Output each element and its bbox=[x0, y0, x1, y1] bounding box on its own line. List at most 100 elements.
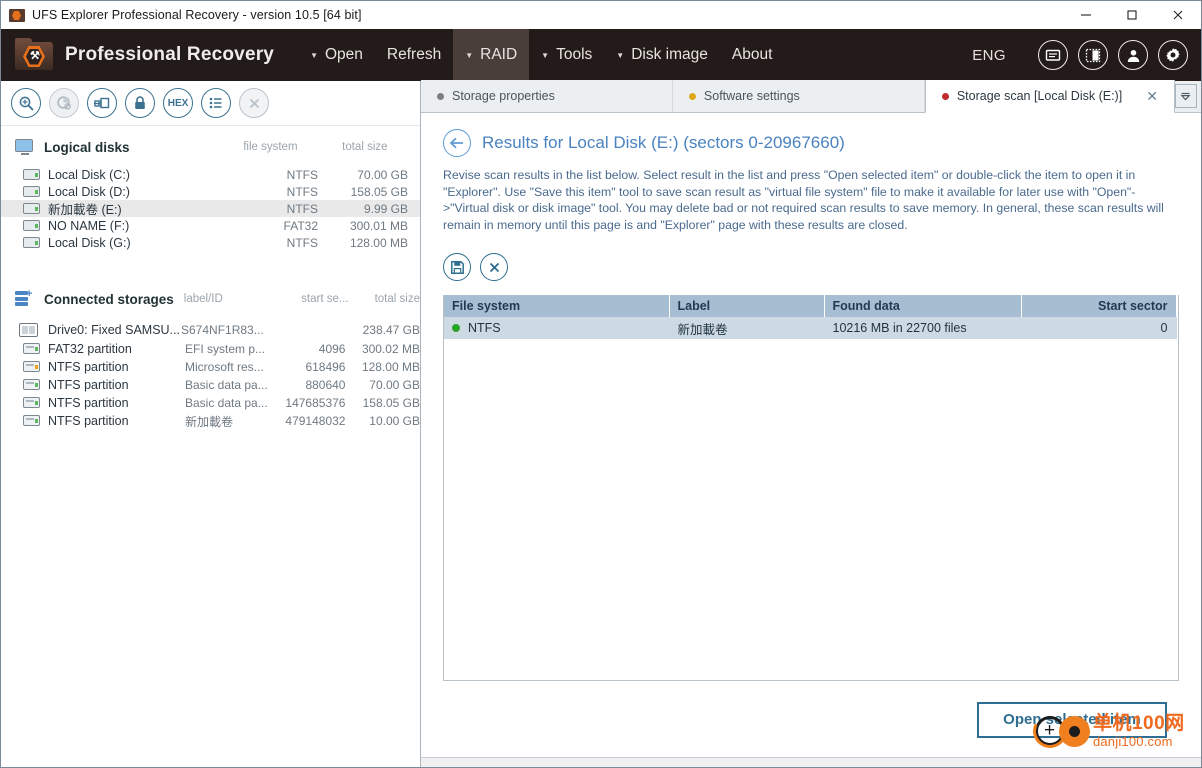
chevron-down-icon: ▼ bbox=[310, 51, 318, 60]
main-menu: ▼ Open Refresh ▼ RAID ▼ Tools ▼ Disk ima… bbox=[298, 29, 784, 81]
pie-analysis-icon[interactable] bbox=[49, 88, 79, 118]
window-controls bbox=[1063, 1, 1201, 29]
tab-status-dot bbox=[437, 92, 444, 100]
disk-file-system: NTFS bbox=[286, 184, 318, 199]
storage-name: Drive0: Fixed SAMSU... bbox=[48, 322, 180, 337]
column-header-label-id: label/ID bbox=[183, 293, 223, 305]
disk-total-size: 9.99 GB bbox=[363, 201, 408, 216]
table-row[interactable]: NTFS 新加載卷 10216 MB in 22700 files 0 bbox=[444, 317, 1178, 339]
open-selected-item-button[interactable]: Open selected item bbox=[976, 701, 1167, 738]
status-bar bbox=[421, 757, 1201, 767]
menu-item-open[interactable]: ▼ Open bbox=[298, 29, 375, 81]
close-storage-icon[interactable] bbox=[239, 88, 269, 118]
tab-label: Storage properties bbox=[452, 89, 555, 103]
disk-name: Local Disk (D:) bbox=[48, 184, 130, 199]
section-title: Connected storages bbox=[44, 291, 174, 307]
list-item[interactable]: NTFS partition Basic data pa... 880640 7… bbox=[1, 376, 420, 394]
cell-extra bbox=[1176, 317, 1178, 339]
tab-status-dot bbox=[688, 92, 696, 100]
menu-label: Open bbox=[325, 46, 363, 63]
menu-item-raid[interactable]: ▼ RAID bbox=[453, 29, 530, 81]
page-header: Results for Local Disk (E:) (sectors 0-2… bbox=[443, 129, 1179, 157]
close-icon[interactable]: ✕ bbox=[1146, 89, 1158, 103]
partition-icon bbox=[23, 415, 41, 427]
drive-icon bbox=[19, 322, 41, 337]
column-header-found-data[interactable]: Found data bbox=[824, 295, 1022, 317]
lock-icon[interactable] bbox=[125, 88, 155, 118]
list-item[interactable]: FAT32 partition EFI system p... 4096 300… bbox=[1, 340, 420, 358]
list-item[interactable]: Local Disk (D:) NTFS 158.05 GB bbox=[1, 183, 420, 200]
cell-label: 新加載卷 bbox=[669, 317, 824, 339]
menu-item-disk-image[interactable]: ▼ Disk image bbox=[604, 29, 720, 81]
list-item[interactable]: NTFS partition Microsoft res... 618496 1… bbox=[1, 358, 420, 376]
storages-sidebar: HEX Logical disks file system total size bbox=[1, 81, 421, 767]
column-header-file-system[interactable]: File system bbox=[444, 295, 670, 317]
list-item[interactable]: Local Disk (G:) NTFS 128.00 MB bbox=[1, 234, 420, 251]
menu-label: About bbox=[731, 46, 773, 63]
minimize-button[interactable] bbox=[1063, 1, 1109, 29]
storage-total-size: 300.02 MB bbox=[361, 342, 420, 356]
list-item[interactable]: 新加載卷 (E:) NTFS 9.99 GB bbox=[1, 200, 420, 217]
disk-total-size: 128.00 MB bbox=[349, 235, 408, 250]
tab-storage-scan[interactable]: Storage scan [Local Disk (E:)] ✕ bbox=[924, 80, 1175, 113]
main-body: HEX Logical disks file system total size bbox=[1, 80, 1201, 767]
maximize-button[interactable] bbox=[1109, 1, 1155, 29]
disk-file-system: FAT32 bbox=[283, 218, 318, 233]
user-account-icon[interactable] bbox=[1118, 40, 1148, 70]
column-header-extra[interactable] bbox=[1176, 295, 1179, 317]
hex-label: HEX bbox=[167, 97, 189, 109]
column-header-start-sector[interactable]: Start sector bbox=[1021, 295, 1177, 317]
hex-viewer-icon[interactable]: HEX bbox=[163, 88, 193, 118]
column-header-label[interactable]: Label bbox=[669, 295, 825, 317]
disk-icon bbox=[23, 202, 41, 215]
language-selector[interactable]: ENG bbox=[972, 47, 1006, 64]
list-item[interactable]: NO NAME (F:) FAT32 300.01 MB bbox=[1, 217, 420, 234]
section-connected-storages[interactable]: + Connected storages label/ID start se..… bbox=[1, 286, 420, 312]
clone-storage-icon[interactable] bbox=[87, 88, 117, 118]
save-this-item-button[interactable] bbox=[443, 253, 471, 281]
tab-bar: Storage properties Software settings Sto… bbox=[421, 80, 1201, 113]
menu-label: Disk image bbox=[631, 46, 708, 63]
close-button[interactable] bbox=[1155, 1, 1201, 29]
tab-label: Storage scan [Local Disk (E:)] bbox=[956, 89, 1123, 103]
back-arrow-icon[interactable] bbox=[443, 129, 471, 157]
cell-found-data: 10216 MB in 22700 files bbox=[824, 317, 1021, 339]
settings-gear-icon[interactable] bbox=[1158, 40, 1188, 70]
partition-icon bbox=[23, 379, 41, 391]
panel-layout-icon[interactable] bbox=[1078, 40, 1108, 70]
menu-item-refresh[interactable]: Refresh bbox=[375, 29, 453, 81]
storage-label: Basic data pa... bbox=[185, 396, 268, 410]
result-actions bbox=[443, 253, 1179, 281]
list-item[interactable]: NTFS partition 新加載卷 479148032 10.00 GB bbox=[1, 412, 420, 430]
properties-list-icon[interactable] bbox=[201, 88, 231, 118]
delete-scan-result-button[interactable] bbox=[480, 253, 508, 281]
tab-list-dropdown-icon[interactable] bbox=[1174, 84, 1197, 108]
window-title: UFS Explorer Professional Recovery - ver… bbox=[32, 8, 362, 22]
tab-storage-properties[interactable]: Storage properties bbox=[421, 80, 673, 112]
list-item[interactable]: NTFS partition Basic data pa... 14768537… bbox=[1, 394, 420, 412]
section-logical-disks[interactable]: Logical disks file system total size bbox=[1, 134, 420, 160]
column-header-start-sector: start se... bbox=[301, 293, 349, 305]
tab-software-settings[interactable]: Software settings bbox=[672, 80, 925, 112]
scan-results-table-container: File system Label Found data Start secto… bbox=[443, 295, 1179, 681]
disk-name: Local Disk (C:) bbox=[48, 167, 130, 182]
disk-name: 新加載卷 (E:) bbox=[48, 203, 122, 217]
storage-stack-icon: + bbox=[15, 289, 35, 307]
storage-name: NTFS partition bbox=[48, 360, 129, 374]
list-item[interactable]: Drive0: Fixed SAMSU... S674NF1R83... 238… bbox=[1, 319, 420, 340]
cell-file-system: NTFS bbox=[444, 317, 669, 339]
scan-icon[interactable] bbox=[11, 88, 41, 118]
messages-icon[interactable] bbox=[1038, 40, 1068, 70]
page-footer: Open selected item bbox=[443, 681, 1179, 757]
monitor-icon bbox=[15, 139, 35, 155]
menu-item-tools[interactable]: ▼ Tools bbox=[529, 29, 604, 81]
disk-file-system: NTFS bbox=[286, 201, 318, 216]
main-panel: Storage properties Software settings Sto… bbox=[421, 80, 1201, 767]
list-item[interactable]: Local Disk (C:) NTFS 70.00 GB bbox=[1, 166, 420, 183]
header-actions: ENG bbox=[972, 40, 1201, 70]
storage-name: FAT32 partition bbox=[48, 342, 132, 356]
disk-total-size: 300.01 MB bbox=[349, 218, 408, 233]
menu-item-about[interactable]: About bbox=[720, 29, 785, 81]
app-header: ⚒ Professional Recovery ▼ Open Refresh ▼… bbox=[1, 29, 1201, 81]
column-header-total-size: total size bbox=[374, 293, 420, 305]
